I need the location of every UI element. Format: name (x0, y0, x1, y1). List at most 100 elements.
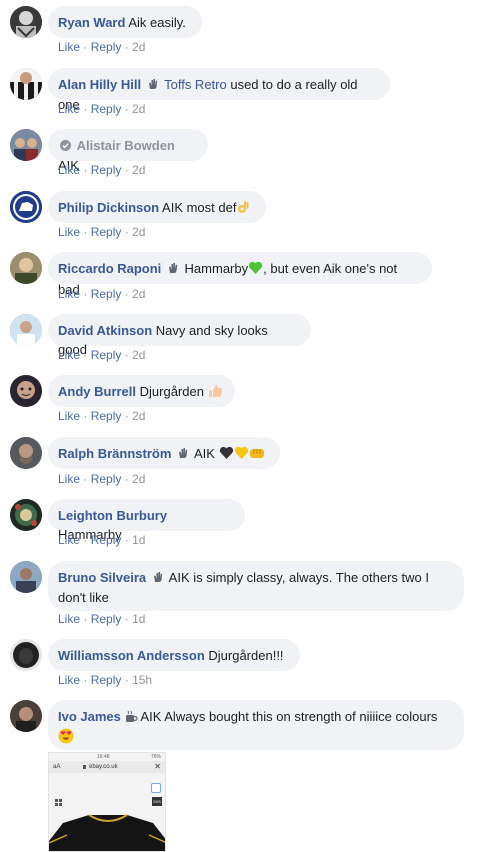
avatar[interactable] (10, 252, 42, 284)
timestamp[interactable]: 2d (132, 225, 145, 239)
avatar[interactable] (10, 499, 42, 531)
wave-badge-icon (167, 260, 179, 279)
reply-link[interactable]: Reply (91, 533, 122, 547)
green-heart-emoji-icon (248, 261, 263, 280)
avatar[interactable] (10, 561, 42, 593)
commenter-name[interactable]: Leighton Burbury (58, 508, 167, 523)
reader-mode-label: aA (53, 764, 61, 770)
like-link[interactable]: Like (58, 163, 80, 177)
comment-bubble: David Atkinson Navy and sky looks good (48, 314, 311, 357)
wave-badge-icon (147, 76, 159, 95)
avatar[interactable] (10, 375, 42, 407)
reply-link[interactable]: Reply (91, 472, 122, 486)
phone-status-bar: 16:48 76% (49, 753, 165, 761)
avatar[interactable] (10, 437, 42, 469)
like-link[interactable]: Like (58, 102, 80, 116)
comment-actions: Like · Reply · 2d (58, 409, 146, 423)
like-link[interactable]: Like (58, 348, 80, 362)
shirt-photo (49, 814, 165, 851)
like-link[interactable]: Like (58, 225, 80, 239)
coffee-emoji-icon (125, 709, 138, 728)
commenter-name[interactable]: David Atkinson (58, 323, 152, 338)
comment-text-line2: don't like (58, 590, 109, 605)
comment-bubble: Bruno Silveira AIK is simply classy, alw… (48, 561, 464, 611)
comment-text: AIK most def (162, 200, 237, 215)
comment-actions: Like · Reply · 2d (58, 163, 146, 177)
comment-text: Aik easily. (128, 15, 186, 30)
comment-actions: Like · Reply · 2d (58, 287, 146, 301)
comment-text: AIK Always bought this on strength of ni… (140, 709, 438, 724)
like-link[interactable]: Like (58, 612, 80, 626)
attached-image[interactable]: 16:48 76% aA ebay.co.uk ✕ 2XS (48, 752, 166, 852)
reply-link[interactable]: Reply (91, 225, 122, 239)
avatar[interactable] (10, 314, 42, 346)
lock-icon (83, 765, 86, 769)
comment-actions: Like · Reply · 2d (58, 102, 146, 116)
like-link[interactable]: Like (58, 287, 80, 301)
commenter-name[interactable]: Alistair Bowden (77, 138, 175, 153)
reply-link[interactable]: Reply (91, 287, 122, 301)
timestamp[interactable]: 1d (132, 533, 145, 547)
avatar[interactable] (10, 700, 42, 732)
comment-text: AIK is simply classy, always. The others… (168, 570, 429, 585)
timestamp[interactable]: 2d (132, 163, 145, 177)
like-link[interactable]: Like (58, 533, 80, 547)
commenter-name[interactable]: Riccardo Raponi (58, 261, 161, 276)
comment-text: Djurgården (139, 384, 204, 399)
avatar[interactable] (10, 191, 42, 223)
like-link[interactable]: Like (58, 40, 80, 54)
timestamp[interactable]: 2d (132, 40, 145, 54)
reply-link[interactable]: Reply (91, 409, 122, 423)
reply-link[interactable]: Reply (91, 40, 122, 54)
comment-actions: Like · Reply · 2d (58, 225, 146, 239)
commenter-name[interactable]: Williamsson Andersson (58, 648, 205, 663)
like-link[interactable]: Like (58, 472, 80, 486)
avatar[interactable] (10, 639, 42, 671)
timestamp[interactable]: 2d (132, 472, 145, 486)
commenter-name[interactable]: Andy Burrell (58, 384, 136, 399)
zoom-icon (151, 783, 161, 793)
reply-link[interactable]: Reply (91, 612, 122, 626)
comment-actions: Like · Reply · 2d (58, 472, 146, 486)
commenter-name[interactable]: Alan Hilly Hill (58, 77, 141, 92)
timestamp[interactable]: 2d (132, 287, 145, 301)
ok-hand-emoji-icon (236, 200, 250, 219)
verified-check-icon (60, 137, 71, 156)
heart-eyes-emoji-icon (58, 728, 74, 749)
avatar[interactable] (10, 6, 42, 38)
comment-bubble: Alistair Bowden AIK (48, 129, 208, 173)
wave-badge-icon (152, 569, 164, 588)
timestamp[interactable]: 1d (132, 612, 145, 626)
like-link[interactable]: Like (58, 409, 80, 423)
status-battery: 76% (150, 754, 161, 760)
comment-bubble: Riccardo Raponi Hammarby, but even Aik o… (48, 252, 432, 297)
commenter-name[interactable]: Ivo James (58, 709, 121, 724)
comment-actions: Like · Reply · 1d (58, 533, 146, 547)
reply-link[interactable]: Reply (91, 673, 122, 687)
avatar[interactable] (10, 129, 42, 161)
reply-link[interactable]: Reply (91, 163, 122, 177)
avatar[interactable] (10, 68, 42, 100)
commenter-name[interactable]: Bruno Silveira (58, 570, 146, 585)
comment-bubble: Alan Hilly Hill Toffs Retro used to do a… (48, 68, 390, 112)
timestamp[interactable]: 15h (132, 673, 152, 687)
comment-bubble: Williamsson Andersson Djurgården!!! (48, 639, 300, 671)
commenter-name[interactable]: Ralph Brännström (58, 446, 171, 461)
comment-actions: Like · Reply · 2d (58, 40, 146, 54)
wave-badge-icon (177, 445, 189, 464)
reply-link[interactable]: Reply (91, 348, 122, 362)
comment-actions: Like · Reply · 2d (58, 348, 146, 362)
timestamp[interactable]: 2d (132, 409, 145, 423)
timestamp[interactable]: 2d (132, 348, 145, 362)
black-heart-emoji-icon (219, 446, 234, 465)
reply-link[interactable]: Reply (91, 102, 122, 116)
browser-address-bar: aA ebay.co.uk ✕ (49, 761, 165, 773)
timestamp[interactable]: 2d (132, 102, 145, 116)
commenter-name[interactable]: Ryan Ward (58, 15, 125, 30)
like-link[interactable]: Like (58, 673, 80, 687)
comment-bubble: Philip Dickinson AIK most def (48, 191, 266, 223)
tagged-page-link[interactable]: Toffs Retro (164, 77, 227, 92)
commenter-name[interactable]: Philip Dickinson (58, 200, 159, 215)
comment-bubble: Leighton Burbury Hammarby (48, 499, 245, 542)
status-time: 16:48 (97, 754, 110, 760)
